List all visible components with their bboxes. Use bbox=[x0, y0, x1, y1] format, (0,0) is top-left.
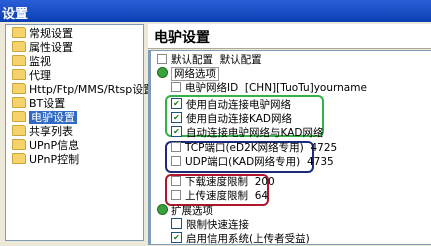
settings-list[interactable]: 默认配置 默认配置 网络选项 电驴网络ID [CHN][TuoTu]yourna… bbox=[148, 50, 431, 245]
left-separator bbox=[149, 51, 151, 244]
tree-item-monitor[interactable]: 监视 bbox=[12, 55, 51, 69]
tree-item-share-list[interactable]: 共享列表 bbox=[12, 125, 73, 139]
network-id-row[interactable]: 电驴网络ID [CHN][TuoTu]yourname bbox=[171, 82, 367, 95]
network-group-header[interactable]: 网络选项 bbox=[157, 67, 219, 81]
auto-connect-ed2k-option[interactable]: 使用自动连接电驴网络 bbox=[171, 98, 291, 111]
extended-group-header[interactable]: 扩展选项 bbox=[157, 204, 213, 217]
folder-icon bbox=[12, 153, 26, 164]
square-icon bbox=[171, 142, 181, 152]
folder-icon bbox=[12, 125, 26, 136]
defaults-row[interactable]: 默认配置 默认配置 bbox=[157, 54, 262, 67]
settings-panel: 电驴设置 默认配置 默认配置 网络选项 电驴网络ID [CHN][TuoTu]y… bbox=[148, 24, 431, 245]
upload-limit-row[interactable]: 上传速度限制 64 bbox=[171, 190, 268, 203]
square-icon bbox=[157, 54, 167, 64]
tree-item-proxy[interactable]: 代理 bbox=[12, 69, 51, 83]
group-icon bbox=[157, 204, 168, 215]
credit-system-option[interactable]: 启用信用系统(上传者受益) bbox=[171, 232, 310, 245]
checkbox[interactable] bbox=[171, 112, 182, 123]
title-bar: 设置 bbox=[0, 0, 431, 22]
panel-title: 电驴设置 bbox=[154, 30, 210, 46]
download-limit-row[interactable]: 下载速度限制 200 bbox=[171, 176, 275, 189]
limit-fast-connect-option[interactable]: 限制快速连接 bbox=[171, 218, 249, 231]
tree-item-http[interactable]: Http/Ftp/MMS/Rtsp设置 bbox=[12, 83, 154, 97]
checkbox[interactable] bbox=[171, 98, 182, 109]
square-icon bbox=[171, 156, 181, 166]
tree-item-general[interactable]: 常规设置 bbox=[12, 27, 73, 41]
square-icon bbox=[171, 176, 181, 186]
group-icon bbox=[157, 67, 168, 78]
folder-icon bbox=[12, 55, 26, 66]
square-icon bbox=[171, 82, 181, 92]
folder-icon bbox=[12, 27, 26, 38]
settings-tree[interactable]: 常规设置 属性设置 监视 代理 Http/Ftp/MMS/Rtsp设置 BT设置… bbox=[5, 24, 154, 241]
folder-icon bbox=[12, 97, 26, 108]
folder-icon bbox=[12, 139, 26, 150]
udp-port-row[interactable]: UDP端口(KAD网络专用) 4735 bbox=[171, 156, 334, 169]
tree-item-upnp-control[interactable]: UPnP控制 bbox=[12, 153, 79, 167]
tcp-port-row[interactable]: TCP端口(eD2K网络专用) 4725 bbox=[171, 142, 337, 155]
square-icon bbox=[171, 190, 181, 200]
tree-item-upnp-info[interactable]: UPnP信息 bbox=[12, 139, 79, 153]
window-title: 设置 bbox=[2, 7, 29, 22]
folder-icon bbox=[12, 111, 26, 122]
checkbox[interactable] bbox=[171, 232, 182, 243]
checkbox[interactable] bbox=[171, 218, 182, 229]
folder-icon bbox=[12, 83, 26, 94]
folder-icon bbox=[12, 69, 26, 80]
auto-connect-both-option[interactable]: 自动连接电驴网络与KAD网络 bbox=[171, 126, 323, 139]
folder-icon bbox=[12, 41, 26, 52]
tree-item-properties[interactable]: 属性设置 bbox=[12, 41, 73, 55]
panel-header: 电驴设置 bbox=[148, 24, 431, 49]
auto-connect-kad-option[interactable]: 使用自动连接KAD网络 bbox=[171, 112, 292, 125]
checkbox[interactable] bbox=[171, 126, 182, 137]
tree-item-bt[interactable]: BT设置 bbox=[12, 97, 65, 111]
tree-item-edonkey[interactable]: 电驴设置 bbox=[12, 111, 77, 125]
